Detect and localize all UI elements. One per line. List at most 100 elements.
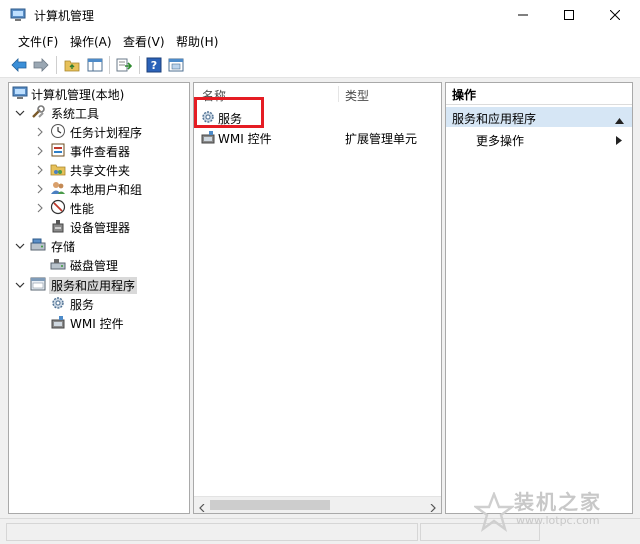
list-item-name: WMI 控件 xyxy=(218,132,272,146)
chevron-right-icon[interactable] xyxy=(35,202,45,213)
actions-header-label: 操作 xyxy=(452,88,477,102)
chevron-down-icon[interactable] xyxy=(15,240,25,250)
shared-folder-icon xyxy=(50,161,66,177)
actions-header: 操作 xyxy=(446,83,632,105)
disk-management-icon xyxy=(50,256,66,272)
highlight-box xyxy=(194,97,264,128)
tree-item-label: 任务计划程序 xyxy=(70,126,143,140)
list-item[interactable]: WMI 控件 扩展管理单元 xyxy=(194,127,441,147)
collapse-up-icon[interactable] xyxy=(615,113,624,127)
scroll-left-icon[interactable] xyxy=(198,501,206,513)
more-actions-item[interactable]: 更多操作 xyxy=(446,129,632,149)
tree-item-label: 共享文件夹 xyxy=(70,164,131,178)
svg-text:?: ? xyxy=(151,59,157,72)
maximize-icon xyxy=(564,10,574,20)
up-folder-button[interactable] xyxy=(63,56,81,74)
actions-section-services-apps[interactable]: 服务和应用程序 xyxy=(446,107,632,127)
scroll-right-icon[interactable] xyxy=(429,501,437,513)
menu-file[interactable]: 文件(F) xyxy=(18,33,58,50)
window-title: 计算机管理 xyxy=(34,9,95,23)
tree-item-label: 服务和应用程序 xyxy=(49,277,138,294)
up-folder-icon xyxy=(64,60,80,72)
storage-icon xyxy=(30,237,46,253)
back-button[interactable] xyxy=(10,56,28,74)
tree-item-device-manager[interactable]: 设备管理器 xyxy=(9,217,189,236)
close-icon xyxy=(610,10,620,20)
results-list: 名称 类型 服务 WMI 控件 扩展管理单元 xyxy=(193,82,442,514)
back-arrow-icon xyxy=(11,58,27,72)
chevron-right-icon[interactable] xyxy=(35,183,45,194)
tree-item-local-users-groups[interactable]: 本地用户和组 xyxy=(9,179,189,198)
list-item-type: 扩展管理单元 xyxy=(345,132,418,146)
chevron-down-icon[interactable] xyxy=(15,279,25,289)
more-actions-label: 更多操作 xyxy=(476,134,525,148)
tree-item-label: 磁盘管理 xyxy=(70,259,119,273)
computer-management-icon xyxy=(10,8,26,22)
help-button[interactable]: ? xyxy=(145,56,163,74)
properties-button[interactable] xyxy=(167,56,185,74)
tree-item-shared-folders[interactable]: 共享文件夹 xyxy=(9,160,189,179)
tree-item-label: 性能 xyxy=(70,202,95,216)
menu-bar: 文件(F) 操作(A) 查看(V) 帮助(H) xyxy=(0,30,640,52)
help-icon: ? xyxy=(146,57,162,73)
watermark-title: 装机之家 xyxy=(514,490,602,514)
services-apps-icon xyxy=(30,276,46,292)
tree-item-event-viewer[interactable]: 事件查看器 xyxy=(9,141,189,160)
watermark-url: www.lotpc.com xyxy=(516,514,600,527)
tree-item-root[interactable]: 计算机管理(本地) xyxy=(9,84,189,103)
toolbar: ? xyxy=(0,52,640,78)
chevron-right-icon[interactable] xyxy=(35,145,45,156)
watermark: 装机之家 www.lotpc.com xyxy=(470,484,636,540)
tools-icon xyxy=(30,104,46,120)
forward-button[interactable] xyxy=(32,56,50,74)
menu-help[interactable]: 帮助(H) xyxy=(176,33,218,50)
menu-action[interactable]: 操作(A) xyxy=(70,33,112,50)
show-hide-tree-icon xyxy=(87,58,103,72)
title-bar: 计算机管理 xyxy=(0,0,640,30)
tree-item-storage[interactable]: 存储 xyxy=(9,236,189,255)
star-logo-icon xyxy=(474,492,514,532)
clock-icon xyxy=(50,123,66,139)
computer-management-icon xyxy=(12,85,28,101)
tree-item-label: 系统工具 xyxy=(51,107,100,121)
export-list-button[interactable] xyxy=(115,56,133,74)
tree-item-disk-management[interactable]: 磁盘管理 xyxy=(9,255,189,274)
wmi-control-icon xyxy=(200,129,216,145)
export-list-icon xyxy=(116,58,132,72)
tree-item-performance[interactable]: 性能 xyxy=(9,198,189,217)
minimize-button[interactable] xyxy=(500,0,546,30)
tree-item-label: 设备管理器 xyxy=(70,221,131,235)
tree-item-services-apps[interactable]: 服务和应用程序 xyxy=(9,275,189,294)
actions-section-label: 服务和应用程序 xyxy=(452,112,537,126)
maximize-button[interactable] xyxy=(546,0,592,30)
close-button[interactable] xyxy=(592,0,638,30)
show-hide-tree-button[interactable] xyxy=(86,56,104,74)
submenu-arrow-icon xyxy=(616,134,622,148)
event-viewer-icon xyxy=(50,142,66,158)
chevron-right-icon[interactable] xyxy=(35,164,45,175)
users-icon xyxy=(50,180,66,196)
tree-item-label: 事件查看器 xyxy=(70,145,131,159)
tree-item-label: 服务 xyxy=(70,298,95,312)
tree-item-system-tools[interactable]: 系统工具 xyxy=(9,103,189,122)
chevron-down-icon[interactable] xyxy=(15,107,25,117)
console-tree: 计算机管理(本地) 系统工具 任务计划程序 事件查看器 共享文件夹 本地用户和组… xyxy=(8,82,190,514)
tree-item-task-scheduler[interactable]: 任务计划程序 xyxy=(9,122,189,141)
tree-item-label: WMI 控件 xyxy=(70,317,124,331)
tree-item-label: 计算机管理(本地) xyxy=(31,88,125,102)
performance-icon xyxy=(50,199,66,215)
menu-view[interactable]: 查看(V) xyxy=(123,33,165,50)
gear-icon xyxy=(50,295,66,311)
device-manager-icon xyxy=(50,218,66,234)
column-header-type[interactable]: 类型 xyxy=(345,87,369,109)
tree-item-label: 存储 xyxy=(51,240,76,254)
actions-pane: 操作 服务和应用程序 更多操作 xyxy=(445,82,633,514)
tree-item-wmi-control[interactable]: WMI 控件 xyxy=(9,313,189,332)
forward-arrow-icon xyxy=(33,58,49,72)
scroll-thumb[interactable] xyxy=(210,500,330,510)
horizontal-scrollbar[interactable] xyxy=(194,496,441,513)
tree-item-label: 本地用户和组 xyxy=(70,183,143,197)
chevron-right-icon[interactable] xyxy=(35,126,45,137)
properties-icon xyxy=(168,58,184,72)
tree-item-services[interactable]: 服务 xyxy=(9,294,189,313)
